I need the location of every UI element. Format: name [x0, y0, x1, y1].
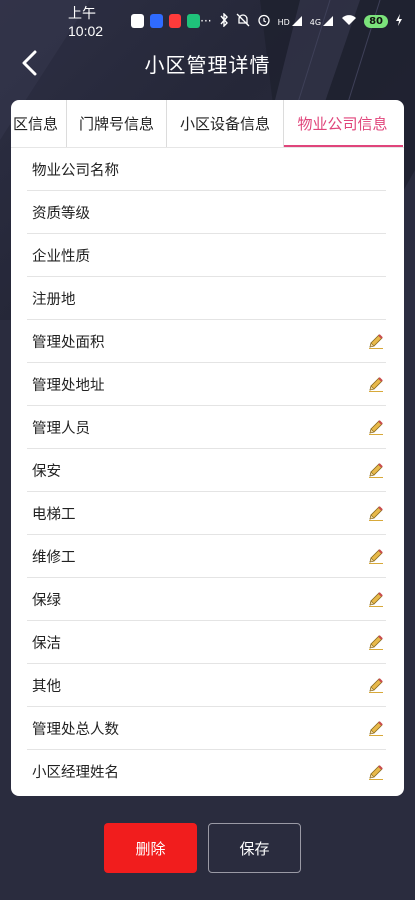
field-label: 小区经理姓名 — [32, 765, 119, 781]
charging-icon — [395, 13, 403, 29]
signal-2-icon: 4G — [310, 15, 334, 27]
field-label: 管理处地址 — [32, 377, 105, 394]
pencil-icon[interactable] — [366, 460, 386, 480]
play-app-icon — [149, 14, 163, 28]
app-header: 小区管理详情 — [0, 42, 415, 84]
pencil-icon[interactable] — [366, 503, 386, 523]
field-label: 保安 — [32, 463, 61, 480]
field-row-enterprise-nature[interactable]: 企业性质 — [27, 234, 386, 277]
alarm-icon — [257, 13, 271, 30]
pencil-icon[interactable] — [366, 417, 386, 437]
battery-indicator: 80 — [364, 14, 388, 28]
bluetooth-icon — [219, 11, 229, 30]
field-row-office-area[interactable]: 管理处面积 — [27, 320, 386, 363]
field-row-manager-name[interactable]: 小区经理姓名 — [27, 750, 386, 793]
field-row-qualification-level[interactable]: 资质等级 — [27, 191, 386, 234]
signal-2-label: 4G — [309, 18, 322, 27]
field-list: 物业公司名称 资质等级 企业性质 注册地 管理处面积 管理处地址 管理人员 保安… — [11, 148, 404, 793]
tab-community-device-info[interactable]: 小区设备信息 — [167, 100, 284, 147]
field-row-company-name[interactable]: 物业公司名称 — [27, 148, 386, 191]
save-button[interactable]: 保存 — [208, 823, 301, 873]
field-row-elevator-worker[interactable]: 电梯工 — [27, 492, 386, 535]
field-label: 管理人员 — [32, 420, 90, 437]
field-row-total-staff[interactable]: 管理处总人数 — [27, 707, 386, 750]
tab-community-info[interactable]: 区信息 — [11, 100, 67, 147]
wechat-app-icon — [187, 14, 201, 28]
pencil-icon[interactable] — [366, 675, 386, 695]
pencil-icon[interactable] — [366, 762, 386, 782]
status-bar: 上午10:02 ··· HD 4G 80 — [0, 0, 415, 42]
status-time: 上午10:02 — [68, 5, 104, 39]
back-button[interactable] — [14, 48, 44, 78]
field-row-office-address[interactable]: 管理处地址 — [27, 363, 386, 406]
pencil-icon[interactable] — [366, 374, 386, 394]
tab-label: 小区设备信息 — [179, 115, 270, 133]
field-label: 维修工 — [32, 549, 76, 566]
pencil-icon[interactable] — [366, 589, 386, 609]
signal-1-icon: HD — [278, 15, 303, 27]
field-row-other[interactable]: 其他 — [27, 664, 386, 707]
field-row-maintenance-worker[interactable]: 维修工 — [27, 535, 386, 578]
field-label: 注册地 — [32, 291, 76, 308]
tab-label: 物业公司信息 — [297, 115, 388, 133]
tab-property-company-info[interactable]: 物业公司信息 — [284, 100, 403, 147]
field-label: 保绿 — [32, 592, 61, 609]
field-label: 资质等级 — [32, 205, 90, 222]
more-dots: ··· — [200, 14, 212, 28]
field-label: 其他 — [32, 678, 61, 695]
field-label: 企业性质 — [32, 248, 90, 265]
field-label: 电梯工 — [32, 506, 76, 523]
mute-bell-icon — [236, 13, 250, 30]
field-row-managers[interactable]: 管理人员 — [27, 406, 386, 449]
tab-bar: 区信息 门牌号信息 小区设备信息 物业公司信息 — [11, 100, 404, 148]
tab-door-number-info[interactable]: 门牌号信息 — [67, 100, 167, 147]
wifi-icon — [341, 14, 357, 29]
field-row-registered-place[interactable]: 注册地 — [27, 277, 386, 320]
field-label: 保洁 — [32, 635, 61, 652]
field-label: 管理处面积 — [32, 334, 105, 351]
pencil-icon[interactable] — [366, 632, 386, 652]
field-row-security[interactable]: 保安 — [27, 449, 386, 492]
chevron-left-icon — [22, 50, 37, 76]
pencil-icon[interactable] — [366, 546, 386, 566]
tab-label: 门牌号信息 — [78, 115, 154, 133]
field-label: 管理处总人数 — [32, 721, 119, 738]
pencil-icon[interactable] — [366, 718, 386, 738]
field-label: 物业公司名称 — [32, 162, 119, 179]
field-row-greening[interactable]: 保绿 — [27, 578, 386, 621]
message-app-icon — [131, 14, 144, 28]
delete-button[interactable]: 删除 — [104, 823, 197, 873]
signal-1-label: HD — [277, 18, 290, 27]
field-row-cleaning[interactable]: 保洁 — [27, 621, 386, 664]
pencil-icon[interactable] — [366, 331, 386, 351]
tab-label: 区信息 — [12, 115, 58, 133]
weibo-app-icon — [168, 14, 182, 28]
page-title: 小区管理详情 — [144, 52, 271, 77]
detail-card: 区信息 门牌号信息 小区设备信息 物业公司信息 物业公司名称 资质等级 企业性质… — [11, 100, 404, 796]
footer-bar: 删除 保存 — [0, 808, 415, 900]
